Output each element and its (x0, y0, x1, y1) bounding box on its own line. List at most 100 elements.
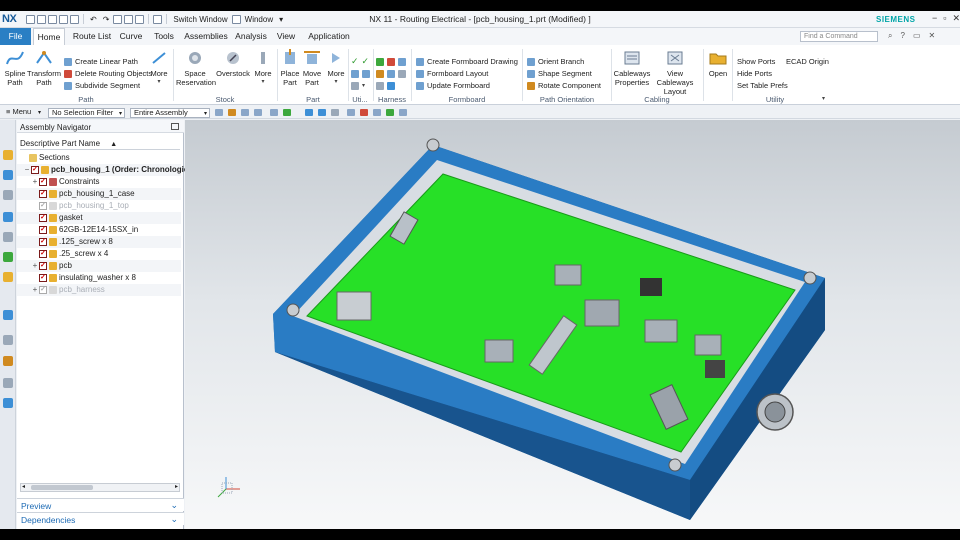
create-formboard-drawing-button[interactable]: Create Formboard Drawing (416, 56, 518, 67)
tree-row[interactable]: ✓ pcb_housing_1_case (17, 188, 181, 200)
place-part-button[interactable]: Place Part (279, 49, 301, 87)
formboard-layout-button[interactable]: Formboard Layout (416, 68, 488, 79)
visibility-checkbox[interactable]: ✓ (39, 250, 47, 258)
harness-connector-button[interactable] (376, 68, 406, 79)
web-browser-icon[interactable] (3, 252, 13, 262)
expand-icon[interactable]: + (31, 284, 39, 296)
snap-point-icon[interactable] (270, 109, 278, 116)
tree-row-sections[interactable]: Sections (17, 152, 181, 164)
hide-ports-button[interactable]: Hide Ports (737, 68, 772, 79)
show-hide-icon[interactable] (386, 109, 394, 116)
transform-path-button[interactable]: Transform Path (27, 49, 61, 87)
tab-file[interactable]: File (0, 28, 31, 45)
tab-home[interactable]: Home (33, 28, 65, 45)
constraint-navigator-icon[interactable] (3, 190, 13, 200)
tab-route-list[interactable]: Route List (70, 28, 114, 45)
view-orient-icon[interactable] (318, 109, 326, 116)
help-icon[interactable]: ? (900, 31, 904, 41)
stock-more-button[interactable]: More ▾ (252, 49, 274, 87)
rotate-component-button[interactable]: Rotate Component (527, 80, 601, 91)
pcb-housing-model[interactable] (185, 120, 960, 529)
harness-bundle-button[interactable] (376, 80, 395, 91)
palette-icon[interactable] (3, 398, 13, 408)
open-button[interactable]: Open (706, 49, 730, 78)
visibility-checkbox[interactable]: ✓ (39, 214, 47, 222)
ribbon-options-icon[interactable]: ▭ (913, 31, 921, 41)
tree-row[interactable]: ✓ 62GB-12E14-15SX_in (17, 224, 181, 236)
reuse-library-icon[interactable] (3, 212, 13, 222)
space-reservation-button[interactable]: Space Reservation (176, 49, 216, 87)
orient-branch-button[interactable]: Orient Branch (527, 56, 584, 67)
horizontal-scrollbar[interactable]: ◂ ▸ (20, 483, 180, 492)
tree-row[interactable]: ✓ gasket (17, 212, 181, 224)
selection-scope-dropdown[interactable]: Entire Assembly ▾ (130, 108, 210, 118)
harness-wire-button[interactable] (376, 56, 406, 67)
minimize-icon[interactable]: − (932, 13, 937, 24)
dependencies-panel[interactable]: Dependencies ⌄ (17, 512, 184, 525)
graphics-window[interactable] (185, 120, 960, 529)
select-face-icon[interactable] (241, 109, 249, 116)
subdivide-segment-button[interactable]: Subdivide Segment (64, 80, 140, 91)
select-all-icon[interactable] (215, 109, 223, 116)
utility-check-button[interactable]: ✓ ✓ (351, 56, 369, 67)
expand-icon[interactable]: + (31, 176, 39, 188)
sort-ascending-icon[interactable]: ▲ (110, 141, 117, 148)
visibility-checkbox[interactable]: ✓ (39, 202, 47, 210)
command-search-input[interactable]: Find a Command (800, 31, 878, 42)
column-header[interactable]: Descriptive Part Name ▲ (20, 139, 180, 150)
scroll-right-icon[interactable]: ▸ (175, 483, 178, 490)
tree-row[interactable]: + ✓ pcb_harness (17, 284, 181, 296)
show-ports-button[interactable]: Show Ports (737, 56, 775, 67)
shape-segment-button[interactable]: Shape Segment (527, 68, 592, 79)
roles-icon[interactable] (3, 356, 13, 366)
scroll-left-icon[interactable]: ◂ (22, 483, 25, 490)
menu-button[interactable]: ≡ Menu ▾ (3, 108, 43, 118)
set-table-prefs-button[interactable]: Set Table Prefs (737, 80, 788, 91)
tab-application[interactable]: Application (304, 28, 354, 45)
tree-row[interactable]: ✓ .25_screw x 4 (17, 248, 181, 260)
update-formboard-button[interactable]: Update Formboard (416, 80, 490, 91)
ecad-origin-button[interactable]: ECAD Origin (786, 56, 829, 67)
tab-view[interactable]: View (273, 28, 299, 45)
close-part-window-icon[interactable]: ✕ (929, 31, 936, 41)
select-feature-icon[interactable] (228, 109, 236, 116)
selection-filter-dropdown[interactable]: No Selection Filter ▾ (48, 108, 125, 118)
part-more-button[interactable]: More ▾ (325, 49, 347, 87)
history-icon[interactable] (3, 272, 13, 282)
visibility-checkbox[interactable]: ✓ (39, 286, 47, 294)
tab-tools[interactable]: Tools (150, 28, 178, 45)
visibility-checkbox[interactable]: ✓ (39, 238, 47, 246)
delete-routing-objects-button[interactable]: Delete Routing Objects (64, 68, 152, 79)
search-icon[interactable]: ⌕ (888, 31, 892, 41)
tree-row[interactable]: + ✓ Constraints (17, 176, 181, 188)
tab-assemblies[interactable]: Assemblies (182, 28, 230, 45)
layer-icon[interactable] (373, 109, 381, 116)
visibility-checkbox[interactable]: ✓ (39, 262, 47, 270)
tab-analysis[interactable]: Analysis (233, 28, 269, 45)
visibility-checkbox[interactable]: ✓ (31, 166, 39, 174)
restore-icon[interactable]: ▫ (943, 13, 946, 24)
close-icon[interactable]: ✕ (952, 13, 960, 24)
overstock-button[interactable]: Overstock (216, 49, 250, 78)
tree-row[interactable]: ✓ insulating_washer x 8 (17, 272, 181, 284)
visibility-checkbox[interactable]: ✓ (39, 274, 47, 282)
hd3d-tools-icon[interactable] (3, 232, 13, 242)
tab-curve[interactable]: Curve (116, 28, 146, 45)
tree-row[interactable]: + ✓ pcb (17, 260, 181, 272)
utility-tool-button[interactable]: ▾ (351, 80, 365, 91)
utility-connect-button[interactable] (351, 68, 370, 79)
assembly-navigator-icon[interactable] (3, 170, 13, 180)
scrollbar-thumb[interactable] (31, 485, 93, 490)
expand-icon[interactable]: + (31, 260, 39, 272)
system-scenes-icon[interactable] (3, 378, 13, 388)
visibility-checkbox[interactable]: ✓ (39, 226, 47, 234)
utility-dropdown-icon[interactable]: ▾ (822, 95, 825, 102)
select-edge-icon[interactable] (254, 109, 262, 116)
maximize-panel-icon[interactable] (171, 123, 179, 130)
wcs-icon[interactable] (360, 109, 368, 116)
view-fit-icon[interactable] (305, 109, 313, 116)
render-style-icon[interactable] (331, 109, 339, 116)
process-studio-icon[interactable] (3, 310, 13, 320)
visibility-checkbox[interactable]: ✓ (39, 178, 47, 186)
cableways-properties-button[interactable]: Cableways Properties (612, 49, 652, 87)
